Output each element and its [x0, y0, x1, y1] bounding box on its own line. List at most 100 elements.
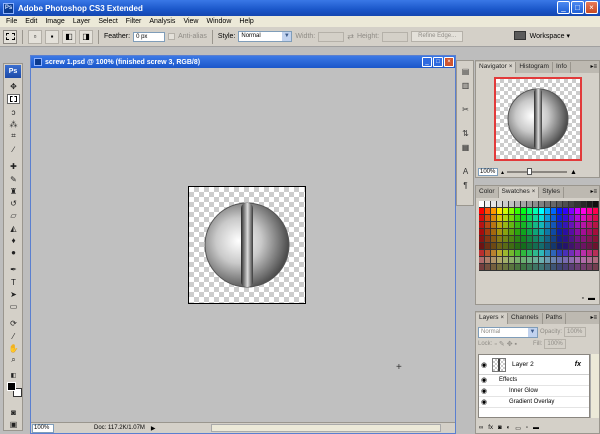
magic-wand-tool-icon[interactable]: ⁂: [7, 119, 20, 129]
gradient-tool-icon[interactable]: ◭: [7, 223, 20, 233]
width-input[interactable]: [318, 31, 345, 42]
swatch-grid[interactable]: [479, 201, 599, 271]
refine-edge-button[interactable]: Refine Edge...: [411, 31, 464, 42]
eye-icon[interactable]: ◉: [479, 361, 489, 369]
eye-icon[interactable]: ◉: [479, 398, 489, 406]
fill-field[interactable]: 100%: [544, 339, 567, 349]
tab-styles[interactable]: Styles: [539, 187, 564, 198]
blur-tool-icon[interactable]: ♦: [7, 235, 20, 245]
healing-brush-tool-icon[interactable]: ✚: [7, 161, 20, 171]
color-swatch[interactable]: [593, 264, 599, 271]
move-tool-icon[interactable]: ✥: [7, 81, 20, 91]
path-selection-tool-icon[interactable]: ➤: [7, 289, 20, 299]
zoom-in-icon[interactable]: ▲: [570, 169, 577, 176]
swap-icon[interactable]: ⇄: [347, 32, 354, 41]
document-zoom-field[interactable]: 100%: [32, 423, 54, 433]
navigator-preview[interactable]: [494, 77, 582, 161]
color-swatch[interactable]: [593, 236, 599, 243]
color-swatch[interactable]: [593, 243, 599, 250]
history-brush-tool-icon[interactable]: ↺: [7, 198, 20, 208]
tool-presets-panel-icon[interactable]: ▥: [459, 79, 472, 91]
fx-menu-icon[interactable]: fx: [488, 425, 493, 431]
trash-icon[interactable]: ▬: [533, 425, 539, 431]
lock-icons[interactable]: ▫✎✥▪: [494, 340, 519, 348]
color-swatch[interactable]: [593, 229, 599, 236]
marquee-tool-icon[interactable]: [7, 94, 20, 104]
eyedropper-tool-icon[interactable]: ⁄: [7, 331, 20, 341]
feather-input[interactable]: 0 px: [133, 31, 166, 42]
clone-stamp-tool-icon[interactable]: ♜: [7, 186, 20, 196]
layer-row[interactable]: ◉ Layer 2 fx: [479, 355, 589, 375]
dodge-tool-icon[interactable]: ●: [7, 247, 20, 257]
eye-icon[interactable]: ◉: [479, 376, 489, 384]
hand-tool-icon[interactable]: ✋: [7, 343, 20, 353]
brushes-panel-icon[interactable]: ▤: [459, 65, 472, 77]
screen-mode-icon[interactable]: ▣: [7, 419, 20, 429]
adjustment-layer-icon[interactable]: ◐: [507, 425, 511, 431]
document-canvas[interactable]: [188, 186, 306, 304]
height-input[interactable]: [382, 31, 409, 42]
status-menu-arrow-icon[interactable]: ▶: [151, 425, 156, 432]
navigator-zoom-slider[interactable]: [507, 168, 568, 175]
tab-info[interactable]: Info: [553, 62, 571, 73]
tab-paths[interactable]: Paths: [543, 313, 567, 324]
new-selection-button[interactable]: ▫: [28, 29, 42, 44]
style-select[interactable]: Normal ▼: [238, 31, 293, 42]
antialias-checkbox[interactable]: [168, 33, 176, 40]
color-swatch[interactable]: [593, 250, 599, 257]
menu-help[interactable]: Help: [235, 18, 257, 25]
tab-histogram[interactable]: Histogram: [516, 62, 553, 73]
effect-row[interactable]: ◉ Inner Glow: [479, 386, 589, 397]
3d-rotate-tool-icon[interactable]: ⟳: [7, 318, 20, 328]
quick-mask-icon[interactable]: ◙: [7, 407, 20, 417]
fx-icon[interactable]: fx: [575, 361, 581, 368]
menu-analysis[interactable]: Analysis: [145, 18, 179, 25]
tab-channels[interactable]: Channels: [508, 313, 543, 324]
menu-filter[interactable]: Filter: [122, 18, 146, 25]
menu-file[interactable]: File: [2, 18, 21, 25]
new-layer-icon[interactable]: ▫: [526, 425, 528, 431]
color-swatch[interactable]: [593, 222, 599, 229]
tab-swatches[interactable]: Swatches ×: [498, 187, 540, 198]
maximize-button[interactable]: □: [571, 1, 584, 14]
add-selection-button[interactable]: ▪: [45, 29, 59, 44]
new-swatch-icon[interactable]: ▫: [582, 295, 584, 302]
shape-tool-icon[interactable]: ▭: [7, 301, 20, 311]
minimize-button[interactable]: _: [557, 1, 570, 14]
character-panel-icon[interactable]: A: [459, 165, 472, 177]
document-maximize-button[interactable]: □: [433, 57, 443, 67]
eraser-tool-icon[interactable]: ▱: [7, 210, 20, 220]
menu-edit[interactable]: Edit: [21, 18, 41, 25]
document-close-button[interactable]: ×: [444, 57, 454, 67]
document-minimize-button[interactable]: _: [422, 57, 432, 67]
add-mask-icon[interactable]: ◙: [498, 425, 502, 431]
blend-mode-select[interactable]: Normal ▼: [478, 326, 538, 338]
opacity-field[interactable]: 100%: [564, 327, 587, 337]
default-colors-icon[interactable]: ◧: [7, 370, 20, 380]
canvas-area[interactable]: +: [31, 68, 455, 422]
tool-preset-picker[interactable]: [3, 29, 17, 44]
menu-view[interactable]: View: [179, 18, 202, 25]
eye-icon[interactable]: ◉: [479, 387, 489, 395]
clone-source-panel-icon[interactable]: ✂: [459, 103, 472, 115]
paragraph-panel-icon[interactable]: ¶: [459, 179, 472, 191]
history-panel-icon[interactable]: ⇅: [459, 127, 472, 139]
subtract-selection-button[interactable]: ◧: [62, 29, 76, 44]
workspace-switcher[interactable]: Workspace ▾: [513, 31, 570, 40]
horizontal-scrollbar[interactable]: [211, 424, 441, 432]
color-swatch[interactable]: [593, 201, 599, 208]
brush-tool-icon[interactable]: ✎: [7, 174, 20, 184]
color-swatch[interactable]: [593, 215, 599, 222]
tab-navigator[interactable]: Navigator ×: [476, 62, 517, 73]
slider-thumb[interactable]: [527, 168, 533, 175]
menu-select[interactable]: Select: [94, 18, 121, 25]
link-layers-icon[interactable]: ∞: [479, 425, 483, 431]
menu-layer[interactable]: Layer: [69, 18, 95, 25]
zoom-tool-icon[interactable]: ⌕: [7, 355, 20, 365]
tab-layers[interactable]: Layers ×: [476, 313, 509, 324]
intersect-selection-button[interactable]: ◨: [79, 29, 93, 44]
pen-tool-icon[interactable]: ✒: [7, 264, 20, 274]
ps-logo[interactable]: Ps: [5, 65, 21, 78]
foreground-color-swatch[interactable]: [7, 382, 16, 391]
tab-color[interactable]: Color: [476, 187, 499, 198]
